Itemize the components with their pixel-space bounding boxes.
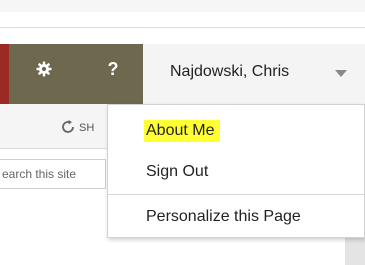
top-divider <box>0 27 365 28</box>
user-name[interactable]: Najdowski, Chris <box>170 63 289 81</box>
menu-item-personalize-page[interactable]: Personalize this Page <box>108 199 364 235</box>
sharepoint-page: ? Najdowski, Chris SH earch this site Ab… <box>0 0 365 265</box>
menu-item-label: Sign Out <box>146 163 209 180</box>
settings-button[interactable] <box>32 57 56 81</box>
gear-icon <box>36 61 52 77</box>
suite-bar-accent <box>0 44 9 104</box>
chevron-down-icon[interactable] <box>335 70 347 77</box>
share-button-label[interactable]: SH <box>79 122 94 134</box>
user-dropdown-menu: About Me Sign Out Personalize this Page <box>107 104 365 238</box>
menu-item-about-me[interactable]: About Me <box>108 111 364 147</box>
share-icon[interactable] <box>60 119 76 135</box>
menu-item-label: About Me <box>144 120 221 142</box>
search-input[interactable]: earch this site <box>0 159 106 189</box>
menu-item-label: Personalize this Page <box>146 208 301 225</box>
browser-top-strip <box>0 0 365 12</box>
menu-divider <box>108 194 364 195</box>
page-edge-panel <box>345 238 365 265</box>
menu-item-sign-out[interactable]: Sign Out <box>108 154 364 190</box>
help-button[interactable]: ? <box>102 56 124 82</box>
search-placeholder: earch this site <box>2 167 77 181</box>
